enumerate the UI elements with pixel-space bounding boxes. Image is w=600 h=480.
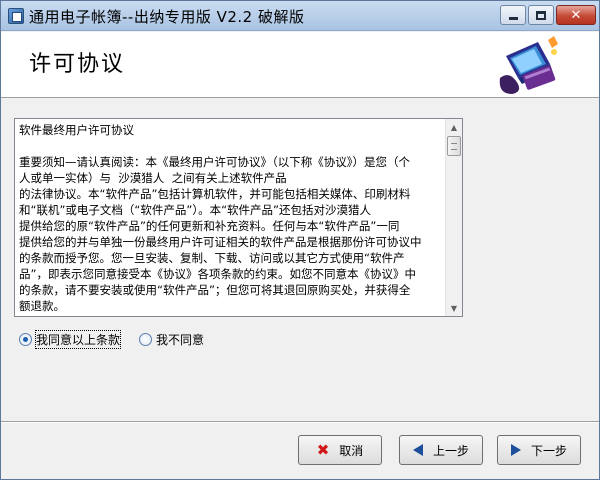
agree-radio-label[interactable]: 我同意以上条款	[34, 330, 122, 349]
license-line: 人或单一实体）与 沙漠猎人 之间有关上述软件产品	[19, 171, 287, 185]
cancel-button-label: 取消	[339, 443, 364, 458]
scroll-down-icon[interactable]: ▼	[446, 300, 462, 316]
license-line: 额退款。	[19, 299, 65, 313]
agree-radio-option[interactable]: 我同意以上条款	[19, 330, 122, 349]
next-button[interactable]: 下一步	[497, 435, 581, 465]
agree-radio[interactable]	[19, 333, 32, 346]
disagree-radio-option[interactable]: 我不同意	[139, 331, 204, 348]
scroll-up-icon[interactable]: ▲	[446, 119, 462, 135]
cancel-button[interactable]: ✖ 取消	[298, 435, 382, 465]
next-button-label: 下一步	[530, 443, 567, 458]
scrollbar-thumb[interactable]	[447, 136, 461, 156]
minimize-button[interactable]	[500, 5, 526, 25]
license-line: 和“联机”或电子文档（“软件产品”）。本“软件产品”还包括对沙漠猎人	[19, 203, 371, 217]
maximize-icon	[536, 10, 546, 20]
header-banner: 许可协议	[1, 32, 599, 98]
installer-window: 通用电子帐簿--出纳专用版 V2.2 破解版 ✕ 许可协议 软件最终用户许可协议…	[0, 0, 600, 480]
right-arrow-icon	[510, 444, 521, 456]
license-line: 的条款而授予您。您一旦安装、复制、下载、访问或以其它方式使用“软件产	[19, 251, 405, 265]
window-title: 通用电子帐簿--出纳专用版 V2.2 破解版	[29, 8, 305, 26]
disagree-radio-label[interactable]: 我不同意	[156, 331, 204, 348]
license-line: 提供给您的并与单独一份最终用户许可证相关的软件产品是根据那份许可协议中	[19, 235, 422, 249]
app-icon[interactable]	[8, 8, 24, 24]
title-bar[interactable]: 通用电子帐簿--出纳专用版 V2.2 破解版 ✕	[1, 1, 599, 31]
license-line: 品”，即表示您同意接受本《协议》各项条款的约束。如您不同意本《协议》中	[19, 267, 416, 281]
maximize-button[interactable]	[528, 5, 554, 25]
vertical-scrollbar[interactable]: ▲ ▼	[445, 119, 462, 316]
license-line: 软件最终用户许可协议	[19, 123, 134, 137]
license-line: 重要须知—请认真阅读：本《最终用户许可协议》（以下称《协议》）是您（个	[19, 155, 410, 169]
license-line: 的法律协议。本“软件产品”包括计算机软件，并可能包括相关媒体、印刷材料	[19, 187, 411, 201]
left-arrow-icon	[412, 444, 423, 456]
computer-logo-icon	[499, 36, 558, 94]
footer-divider	[1, 421, 599, 423]
license-blank-line	[19, 138, 442, 154]
back-button[interactable]: 上一步	[399, 435, 483, 465]
license-line: 的条款，请不要安装或使用“软件产品”；但您可将其退回原购买处，并获得全	[19, 283, 411, 297]
disagree-radio[interactable]	[139, 333, 152, 346]
license-text: 软件最终用户许可协议重要须知—请认真阅读：本《最终用户许可协议》（以下称《协议》…	[15, 119, 446, 316]
page-title: 许可协议	[29, 52, 126, 77]
close-button[interactable]: ✕	[556, 5, 596, 25]
license-blank-line	[19, 314, 442, 316]
license-line: 提供给您的原“软件产品”的任何更新和补充资料。任何与本“软件产品”一同	[19, 219, 400, 233]
minimize-icon	[508, 16, 518, 20]
close-icon: ✕	[570, 7, 582, 23]
back-button-label: 上一步	[432, 443, 469, 458]
x-icon: ✖	[316, 440, 330, 459]
license-textbox[interactable]: 软件最终用户许可协议重要须知—请认真阅读：本《最终用户许可协议》（以下称《协议》…	[14, 118, 463, 317]
